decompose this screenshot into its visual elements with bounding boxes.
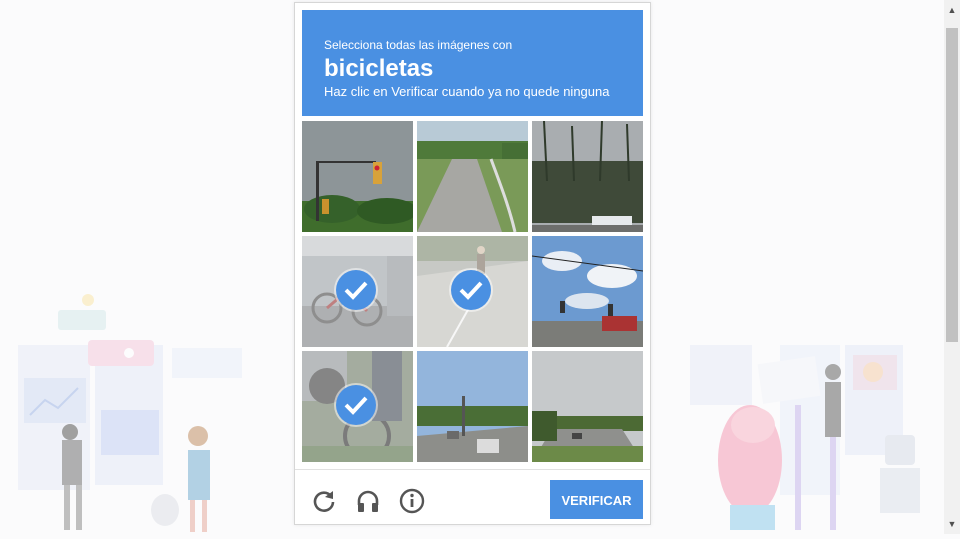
challenge-footer: VERIFICAR (295, 469, 650, 525)
reload-icon[interactable] (311, 488, 337, 514)
instruction-subtext: Haz clic en Verificar cuando ya no quede… (324, 84, 610, 99)
instruction-text: Selecciona todas las imágenes con (324, 38, 513, 52)
selected-checkmark-icon (451, 270, 491, 310)
image-tile[interactable] (302, 121, 413, 232)
intersection-clouds-image (532, 236, 643, 347)
image-tile[interactable] (417, 121, 528, 232)
image-tile-selected[interactable] (302, 351, 413, 462)
selected-checkmark-icon (336, 270, 376, 310)
recaptcha-challenge-dialog: Selecciona todas las imágenes con bicicl… (294, 2, 651, 525)
image-tile-selected[interactable] (417, 236, 528, 347)
highway-traffic-image (417, 351, 528, 462)
image-grid (302, 121, 644, 463)
image-tile[interactable] (417, 351, 528, 462)
background-illustration-left (0, 0, 290, 534)
info-icon[interactable] (399, 488, 425, 514)
forest-trees-image (532, 121, 643, 232)
selected-checkmark-icon (336, 385, 376, 425)
image-tile[interactable] (532, 351, 643, 462)
traffic-light-image (302, 121, 413, 232)
image-tile-selected[interactable] (302, 236, 413, 347)
image-tile[interactable] (532, 236, 643, 347)
verify-button[interactable]: VERIFICAR (550, 480, 643, 519)
page-scrollbar[interactable]: ▲ ▼ (944, 0, 960, 534)
scroll-down-arrow-icon[interactable]: ▼ (944, 516, 960, 532)
audio-headphones-icon[interactable] (355, 488, 381, 514)
scroll-up-arrow-icon[interactable]: ▲ (944, 2, 960, 18)
background-illustration-right (655, 0, 945, 534)
challenge-header: Selecciona todas las imágenes con bicicl… (302, 10, 643, 116)
scroll-thumb[interactable] (946, 28, 958, 342)
image-tile[interactable] (532, 121, 643, 232)
curved-road-image (417, 121, 528, 232)
road-cloudy-image (532, 351, 643, 462)
target-object-word: bicicletas (324, 55, 434, 82)
